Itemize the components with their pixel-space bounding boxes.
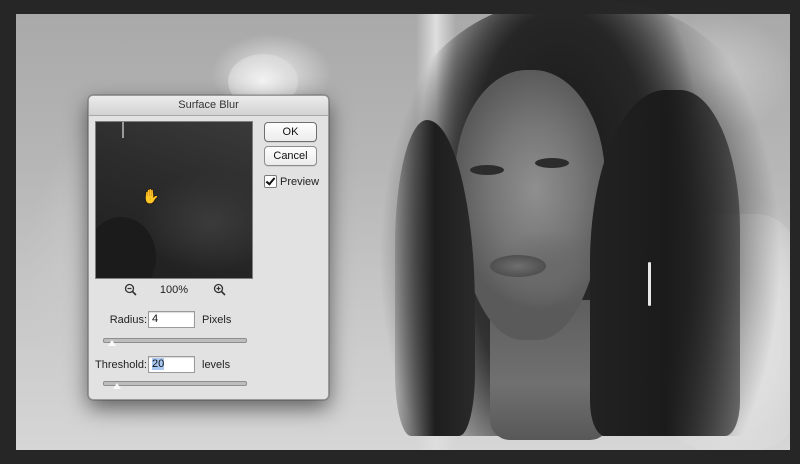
- dialog-title[interactable]: Surface Blur: [89, 96, 328, 116]
- zoom-in-icon[interactable]: [212, 283, 226, 297]
- preview-checkbox[interactable]: [264, 175, 277, 188]
- hand-cursor-icon: ✋: [142, 188, 160, 204]
- preview-checkbox-row[interactable]: Preview: [264, 175, 319, 188]
- threshold-slider[interactable]: [103, 381, 247, 386]
- zoom-level: 100%: [159, 284, 189, 296]
- subject-eye-right: [535, 158, 569, 168]
- preview-hair-strand: [122, 122, 124, 138]
- threshold-input[interactable]: 20: [148, 356, 195, 373]
- cancel-button[interactable]: Cancel: [264, 146, 317, 166]
- subject-earring: [648, 262, 651, 306]
- threshold-label: Threshold:: [95, 359, 147, 371]
- radius-input[interactable]: 4: [148, 311, 195, 328]
- preview-checkbox-label: Preview: [280, 175, 320, 188]
- ok-button[interactable]: OK: [264, 122, 317, 142]
- surface-blur-dialog: Surface Blur ✋ 100% OK Cancel Preview Ra…: [88, 95, 329, 400]
- filter-preview-pane[interactable]: ✋: [95, 121, 253, 279]
- radius-unit: Pixels: [202, 314, 232, 326]
- radius-label: Radius:: [109, 314, 147, 326]
- threshold-slider-thumb[interactable]: [112, 382, 123, 390]
- preview-shoulder: [96, 217, 156, 278]
- threshold-value: 20: [152, 358, 165, 370]
- radius-value: 4: [152, 313, 159, 325]
- subject-eye-left: [470, 165, 504, 175]
- subject-lips: [490, 255, 546, 277]
- subject-hair-right: [590, 90, 740, 436]
- zoom-out-icon[interactable]: [123, 283, 137, 297]
- threshold-unit: levels: [202, 359, 231, 371]
- radius-slider-thumb[interactable]: [106, 339, 117, 347]
- radius-slider[interactable]: [103, 338, 247, 343]
